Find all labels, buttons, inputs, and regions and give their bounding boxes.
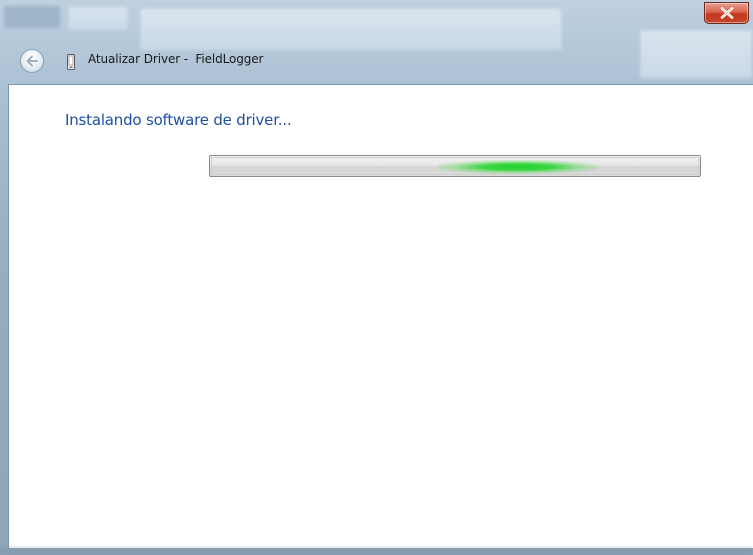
wizard-window: Atualizar Driver - FieldLogger Instaland… [0,0,753,555]
close-icon [720,7,733,19]
back-arrow-icon [26,55,38,67]
close-button[interactable] [704,2,749,24]
background-blur-right [640,30,752,78]
usb-device-icon [67,54,75,70]
page-heading: Instalando software de driver... [65,111,292,129]
progress-marquee-glow [438,160,598,174]
background-blur-tab [68,6,128,30]
window-bottom-edge [0,548,753,555]
content-pane: Instalando software de driver... [8,84,753,548]
background-blur-window [140,8,562,50]
install-progress-bar [209,155,701,177]
back-button[interactable] [20,49,44,73]
wizard-title: Atualizar Driver - FieldLogger [88,52,264,66]
background-blur-left [4,6,60,28]
